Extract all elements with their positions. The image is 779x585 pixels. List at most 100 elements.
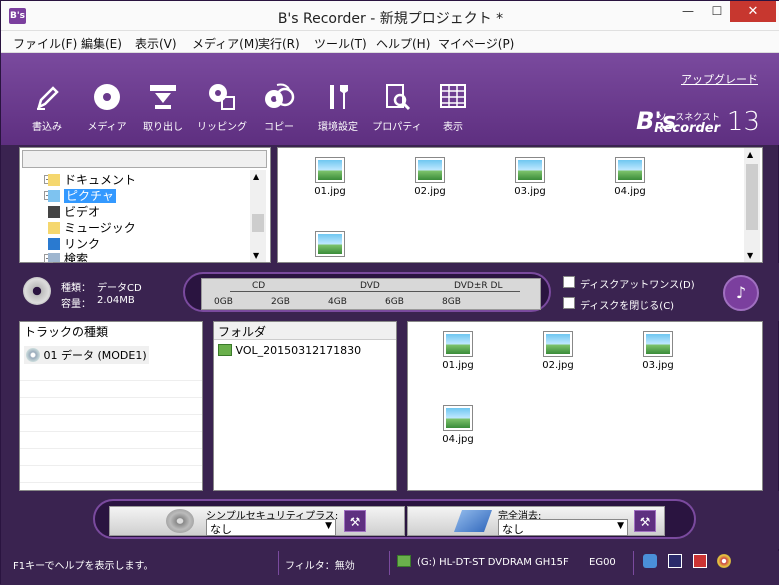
track-list-rows: [20, 364, 202, 490]
minimize-button[interactable]: —: [674, 1, 702, 22]
security-bar: シンプルセキュリティプラス: なし ▼ ⚒ 完全消去: なし ▼ ⚒: [1, 491, 779, 549]
tree-item-pictures[interactable]: ピクチャ: [48, 187, 116, 203]
project-file-item[interactable]: 03.jpg: [628, 332, 688, 371]
tree-item-documents[interactable]: ドキュメント: [48, 171, 136, 187]
gauge-tick: 8GB: [442, 297, 461, 307]
project-files-pane: 01.jpg 02.jpg 03.jpg 04.jpg: [407, 321, 763, 491]
disc-at-once-checkbox[interactable]: [563, 276, 575, 288]
scroll-thumb[interactable]: [746, 164, 758, 230]
disc-info-strip: 種類： データCD 容量： 2.04MB CD DVD DVD±R DL 0GB…: [1, 263, 779, 321]
track-item[interactable]: 01 データ (MODE1): [24, 346, 149, 364]
tree-item-music[interactable]: ミュージック: [48, 219, 136, 235]
gauge-tick: 2GB: [271, 297, 290, 307]
status-bar: F1キーでヘルプを表示します。 フィルタ：無効 (G:) HL-DT-ST DV…: [1, 551, 779, 585]
capacity-gauge: CD DVD DVD±R DL 0GB 2GB 4GB 6GB 8GB: [183, 272, 551, 312]
close-button[interactable]: ✕: [730, 1, 776, 22]
status-drive-firmware: EG00: [589, 557, 616, 568]
ripping-button[interactable]: リッピング: [197, 81, 247, 133]
gauge-tick: 4GB: [328, 297, 347, 307]
image-file-icon: [316, 232, 344, 256]
menu-file[interactable]: ファイル(F): [13, 35, 77, 52]
image-file-icon: [444, 406, 472, 430]
menu-help[interactable]: ヘルプ(H): [376, 35, 430, 52]
gauge-media-label: DVD±R DL: [454, 281, 503, 291]
copy-button[interactable]: コピー: [257, 81, 301, 133]
toolbar: 書込み メディア 取り出し リッピング コピー 環境設定 プロパティ 表示 アッ…: [1, 53, 779, 145]
eject-button[interactable]: 取り出し: [141, 81, 185, 133]
folder-icon: [48, 222, 60, 234]
erase-select[interactable]: なし ▼: [498, 519, 628, 536]
scroll-thumb[interactable]: [252, 214, 264, 232]
simple-security-group: シンプルセキュリティプラス: なし ▼ ⚒: [109, 506, 405, 536]
tree-item-search[interactable]: 検索: [48, 250, 88, 262]
disc-status-icon[interactable]: [717, 554, 731, 568]
source-file-item[interactable]: 03.jpg: [500, 158, 560, 197]
menu-mypage[interactable]: マイページ(P): [438, 35, 514, 52]
folder-icon: [48, 238, 60, 250]
status-filter: フィルタ：無効: [285, 561, 355, 572]
status-help-text: F1キーでヘルプを表示します。: [13, 561, 154, 572]
tree-item-videos[interactable]: ビデオ: [48, 203, 100, 219]
source-files-pane: 01.jpg 02.jpg 03.jpg 04.jpg ▲ ▼: [277, 147, 763, 263]
drive-icon: [397, 555, 411, 567]
menu-run[interactable]: 実行(R): [258, 35, 300, 52]
view-button[interactable]: 表示: [431, 81, 475, 133]
pencil-icon: [37, 86, 59, 110]
scroll-up-icon[interactable]: ▲: [747, 150, 753, 159]
scroll-up-icon[interactable]: ▲: [253, 172, 259, 181]
write-button[interactable]: 書込み: [25, 81, 69, 133]
media-button[interactable]: メディア: [85, 81, 129, 133]
folder-item[interactable]: VOL_20150312171830: [218, 344, 361, 357]
disc-size-label: 容量：: [61, 299, 91, 310]
disc-at-once-label: ディスクアットワンス(D): [580, 280, 695, 291]
scroll-down-icon[interactable]: ▼: [747, 251, 753, 260]
track-pane: トラックの種類 01 データ (MODE1): [19, 321, 203, 491]
security-settings-button[interactable]: ⚒: [344, 510, 366, 532]
menu-media[interactable]: メディア(M): [192, 35, 259, 52]
source-file-item[interactable]: [300, 232, 360, 260]
status-divider: [278, 551, 279, 575]
settings-button[interactable]: 環境設定: [316, 81, 360, 133]
upgrade-link[interactable]: アップグレード: [681, 71, 758, 87]
security-panel: シンプルセキュリティプラス: なし ▼ ⚒ 完全消去: なし ▼ ⚒: [93, 499, 696, 539]
gauge-media-label: DVD: [360, 281, 380, 291]
folder-tree-pane: + ドキュメント + ピクチャ ビデオ ミュージック リンク + 検索 ▲ ▼: [19, 147, 271, 263]
view-icon: [440, 84, 466, 108]
gauge-tick: 6GB: [385, 297, 404, 307]
tree-item-links[interactable]: リンク: [48, 235, 100, 251]
status-divider: [633, 551, 634, 575]
files-scrollbar[interactable]: ▲ ▼: [744, 148, 760, 262]
audio-mode-button[interactable]: ♪: [723, 275, 759, 311]
image-file-icon: [516, 158, 544, 182]
project-file-item[interactable]: 04.jpg: [428, 406, 488, 445]
ripping-icon: [209, 84, 235, 110]
tree-address-bar[interactable]: [22, 150, 267, 168]
menu-view[interactable]: 表示(V): [135, 35, 177, 52]
source-file-item[interactable]: 02.jpg: [400, 158, 460, 197]
disc-size-value: 2.04MB: [97, 295, 135, 306]
log-icon[interactable]: [668, 554, 682, 568]
app-window: B's B's Recorder - 新規プロジェクト * — ☐ ✕ ファイル…: [0, 0, 779, 585]
status-divider: [389, 551, 390, 575]
project-file-item[interactable]: 01.jpg: [428, 332, 488, 371]
close-disc-checkbox[interactable]: [563, 297, 575, 309]
properties-icon: [386, 84, 411, 111]
scroll-down-icon[interactable]: ▼: [253, 251, 259, 260]
erase-settings-button[interactable]: ⚒: [634, 510, 656, 532]
settings-tools-icon: ⚒: [639, 515, 651, 529]
security-select[interactable]: なし ▼: [206, 519, 336, 536]
source-file-item[interactable]: 01.jpg: [300, 158, 360, 197]
disc-type-label: 種類：: [61, 283, 91, 294]
source-file-item[interactable]: 04.jpg: [600, 158, 660, 197]
maximize-button[interactable]: ☐: [704, 1, 730, 22]
tree-scrollbar[interactable]: ▲ ▼: [250, 170, 266, 262]
image-file-icon: [616, 158, 644, 182]
menu-edit[interactable]: 編集(E): [81, 35, 122, 52]
title-bar: B's B's Recorder - 新規プロジェクト * — ☐ ✕: [1, 1, 779, 31]
image-file-icon: [316, 158, 344, 182]
menu-tools[interactable]: ツール(T): [314, 35, 367, 52]
project-file-item[interactable]: 02.jpg: [528, 332, 588, 371]
buffer-icon[interactable]: [643, 554, 657, 568]
properties-button[interactable]: プロパティ: [372, 81, 422, 133]
media-info-icon[interactable]: [693, 554, 707, 568]
